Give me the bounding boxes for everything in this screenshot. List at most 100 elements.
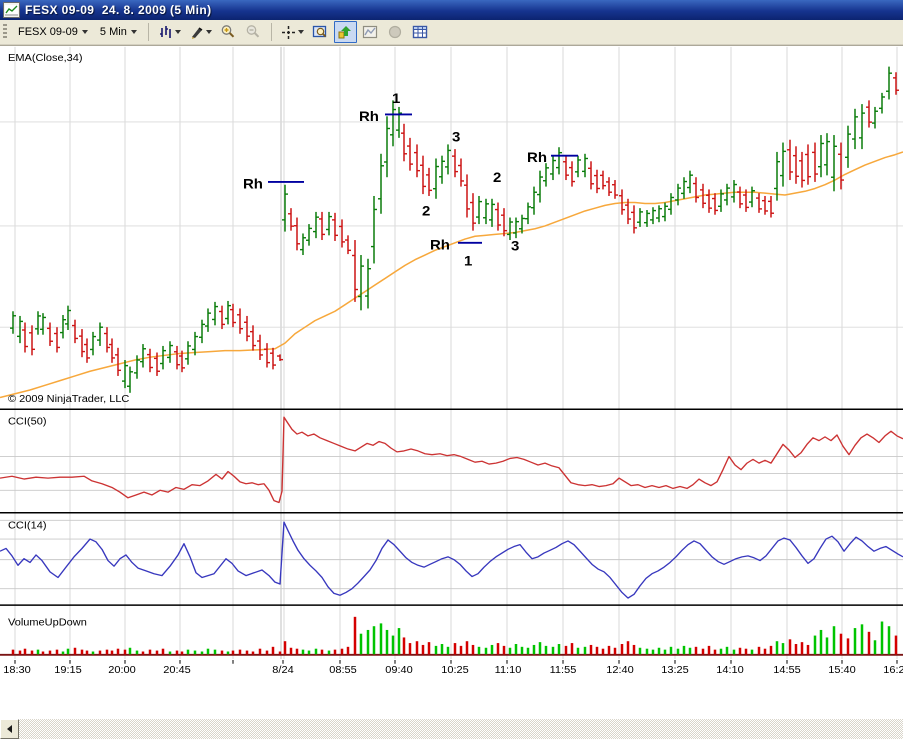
- zoom-out-button[interactable]: [242, 21, 265, 43]
- volume-bar: [123, 649, 127, 655]
- volume-bar: [601, 648, 605, 655]
- volume-bar: [496, 643, 500, 655]
- annotation-text: 3: [511, 239, 519, 254]
- data-box-button[interactable]: [309, 21, 332, 43]
- volume-bar: [85, 650, 89, 655]
- axis-label: 20:45: [163, 664, 191, 676]
- volume-bar: [769, 645, 773, 655]
- volume-bar: [366, 629, 370, 655]
- volume-bar: [105, 649, 109, 655]
- volume-bar: [781, 643, 785, 655]
- window-title: FESX 09-09 24. 8. 2009 (5 Min): [25, 3, 212, 17]
- volume-bar: [11, 649, 15, 655]
- volume-bar: [251, 651, 255, 655]
- volume-bar: [41, 651, 45, 655]
- volume-bar: [682, 645, 686, 655]
- annotation-text: 1: [464, 254, 472, 269]
- volume-bar: [707, 645, 711, 655]
- zoom-out-icon: [246, 25, 260, 38]
- volume-bar: [459, 645, 463, 655]
- volume-bar: [421, 644, 425, 655]
- volume-bar: [353, 616, 357, 655]
- grid-icon: [413, 25, 428, 39]
- window-titlebar[interactable]: FESX 09-09 24. 8. 2009 (5 Min): [0, 0, 903, 20]
- volume-bar: [887, 626, 891, 655]
- volume-bar: [408, 643, 412, 655]
- crosshair-button[interactable]: [278, 21, 307, 43]
- volume-bar: [520, 646, 524, 655]
- volume-bar: [402, 637, 406, 655]
- volume-bar: [532, 644, 536, 655]
- volume-bar: [825, 637, 829, 655]
- volume-bar: [116, 648, 120, 655]
- chart-window-button[interactable]: [359, 21, 382, 43]
- volume-bar: [307, 650, 311, 655]
- volume-bar: [551, 646, 555, 655]
- disabled-globe-button[interactable]: [384, 21, 407, 43]
- data-box-icon: [313, 25, 327, 38]
- volume-bar: [434, 645, 438, 655]
- volume-bar: [750, 649, 754, 655]
- volume-bar: [557, 644, 561, 655]
- volume-bar: [676, 648, 680, 655]
- volume-bar: [669, 646, 673, 655]
- copyright-label: © 2009 NinjaTrader, LLC: [8, 393, 130, 405]
- volume-bar: [55, 649, 59, 655]
- volume-bar: [725, 646, 729, 655]
- chart-style-button[interactable]: [155, 21, 184, 43]
- axis-label: 11:55: [550, 664, 577, 676]
- volume-bar: [514, 644, 518, 655]
- interval-selector[interactable]: 5 Min: [95, 24, 142, 40]
- volume-bar: [800, 642, 804, 655]
- volume-bar: [289, 647, 293, 655]
- chart-canvas[interactable]: Rh Rh 1 3 2 Rh 2 Rh 1 3 18:30 19:15 20:00 20:45 8/24 08…: [0, 46, 903, 719]
- crosshair-icon: [281, 25, 295, 39]
- volume-bar: [161, 648, 165, 655]
- chart-style-icon: [159, 25, 171, 38]
- volume-bar: [283, 641, 287, 655]
- annotation-text: Rh: [527, 151, 547, 166]
- drawing-tools-button[interactable]: [186, 21, 215, 43]
- volume-bar: [314, 648, 318, 655]
- toolbar-grip[interactable]: [3, 24, 7, 40]
- volume-bar: [607, 645, 611, 655]
- volume-bar: [320, 649, 324, 655]
- panel-label-ema: EMA(Close,34): [8, 52, 83, 64]
- disabled-globe-icon: [389, 25, 402, 39]
- volume-bar: [427, 642, 431, 655]
- zoom-in-button[interactable]: [217, 21, 240, 43]
- volume-bar: [397, 628, 401, 655]
- volume-bar: [128, 647, 132, 655]
- horizontal-scrollbar[interactable]: [0, 719, 903, 739]
- volume-bar: [278, 651, 282, 655]
- volume-bar: [471, 644, 475, 655]
- chart-window-icon: [363, 25, 378, 39]
- volume-bar: [271, 646, 275, 655]
- volume-bar: [701, 648, 705, 655]
- chart-trader-button[interactable]: [333, 21, 357, 43]
- volume-bar: [502, 645, 506, 655]
- volume-bar: [415, 641, 419, 655]
- instrument-selector[interactable]: FESX 09-09: [13, 24, 93, 40]
- annotation-text: Rh: [430, 238, 450, 253]
- volume-bar: [186, 649, 190, 655]
- chart-toolbar: FESX 09-09 5 Min: [0, 20, 903, 45]
- volume-bar: [860, 624, 864, 655]
- volume-bar: [258, 648, 262, 655]
- volume-bar: [440, 644, 444, 655]
- volume-bar: [732, 649, 736, 655]
- volume-bar: [832, 626, 836, 655]
- toolbar-separator: [270, 23, 272, 41]
- chart-area[interactable]: Rh Rh 1 3 2 Rh 2 Rh 1 3 18:30 19:15 20:00 20:45 8/24 08…: [0, 45, 903, 719]
- volume-bar: [175, 650, 179, 655]
- volume-bar: [453, 643, 457, 655]
- chart-trader-icon: [338, 26, 352, 39]
- volume-bar: [231, 650, 235, 655]
- volume-bar: [763, 648, 767, 655]
- scroll-left-button[interactable]: [0, 719, 19, 739]
- volume-bar: [477, 646, 481, 655]
- pencil-icon: [191, 26, 203, 39]
- grid-button[interactable]: [409, 21, 432, 43]
- volume-bar: [359, 633, 363, 655]
- volume-bar: [564, 645, 568, 655]
